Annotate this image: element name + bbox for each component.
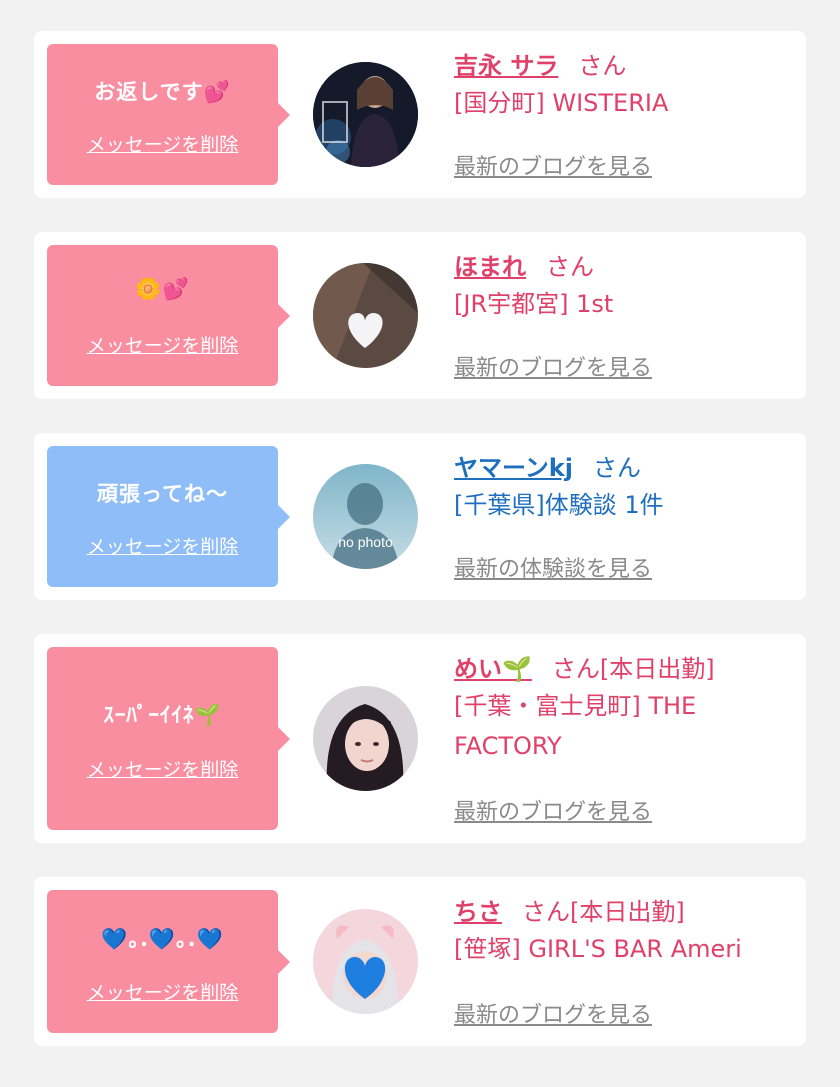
shop-info: [笹塚] GIRL'S BAR Ameri — [454, 935, 742, 963]
woman-photo-avatar[interactable] — [313, 62, 418, 167]
message-card: 🌼💕 メッセージを削除 ほまれ さん [JR宇都宮] 1st 最新のブログを見る — [34, 232, 806, 399]
honorific-suffix: さん[本日出勤] — [522, 898, 685, 926]
sender-name-line: ヤマーンkj さん — [454, 451, 796, 485]
message-bubble: 💙｡.💙｡.💙 メッセージを削除 — [47, 890, 290, 1033]
sender-name-link[interactable]: ちさ — [454, 898, 502, 926]
latest-blog-link[interactable]: 最新のブログを見る — [454, 350, 652, 382]
sender-info: ちさ さん[本日出勤] [笹塚] GIRL'S BAR Ameri 最新のブログを… — [454, 895, 796, 1028]
message-card: 頑張ってね〜 メッセージを削除 no photo ヤマーンkj さん [千葉県]… — [34, 433, 806, 600]
woman-photo-avatar[interactable] — [313, 686, 418, 791]
sender-name-line: ほまれ さん — [454, 250, 796, 284]
sender-name-link[interactable]: ほまれ — [454, 253, 526, 281]
delete-message-link[interactable]: メッセージを削除 — [47, 532, 278, 559]
heart-photo-avatar[interactable] — [313, 263, 418, 368]
message-bubble: お返しです💕 メッセージを削除 — [47, 44, 290, 185]
blue-heart-photo-avatar[interactable] — [313, 909, 418, 1014]
no-photo-label: no photo — [338, 534, 393, 550]
delete-message-link[interactable]: メッセージを削除 — [47, 978, 278, 1005]
message-card: ｽｰﾊﾟｰｲｲﾈ🌱 メッセージを削除 めい🌱 さん[本日出勤] [千葉・富士見町]… — [34, 634, 806, 843]
sender-info: めい🌱 さん[本日出勤] [千葉・富士見町] THE FACTORY 最新のブログ… — [454, 652, 796, 825]
sender-name-link[interactable]: ヤマーンkj — [454, 454, 573, 482]
message-text: 頑張ってね〜 — [97, 482, 228, 506]
delete-message-link[interactable]: メッセージを削除 — [47, 331, 278, 358]
sender-info: ヤマーンkj さん [千葉県]体験談 1件 最新の体験談を見る — [454, 451, 796, 582]
message-text: ｽｰﾊﾟｰｲｲﾈ🌱 — [103, 703, 222, 727]
latest-blog-link[interactable]: 最新のブログを見る — [454, 997, 652, 1029]
no-photo-avatar[interactable]: no photo — [313, 464, 418, 569]
sender-name-line: 吉永 サラ さん — [454, 49, 796, 83]
message-bubble: ｽｰﾊﾟｰｲｲﾈ🌱 メッセージを削除 — [47, 647, 290, 830]
shop-info-continued: FACTORY — [454, 732, 562, 760]
message-text: 💙｡.💙｡.💙 — [101, 927, 224, 951]
sender-name-line: めい🌱 さん[本日出勤] — [454, 652, 796, 686]
shop-info: [千葉・富士見町] THE — [454, 692, 697, 720]
message-text: 🌼💕 — [135, 277, 190, 301]
latest-review-link[interactable]: 最新の体験談を見る — [454, 551, 652, 583]
message-bubble: 頑張ってね〜 メッセージを削除 — [47, 446, 290, 587]
honorific-suffix: さん — [593, 454, 641, 482]
latest-blog-link[interactable]: 最新のブログを見る — [454, 794, 652, 826]
message-list: お返しです💕 メッセージを削除 吉永 サラ さん [国分町] WISTERIA 最… — [0, 0, 840, 1087]
sender-name-link[interactable]: 吉永 サラ — [454, 52, 558, 80]
message-text: お返しです💕 — [94, 80, 231, 104]
sender-name-line: ちさ さん[本日出勤] — [454, 895, 796, 929]
message-card: 💙｡.💙｡.💙 メッセージを削除 ちさ さん[本日出勤] [笹塚] GIRL'S … — [34, 877, 806, 1046]
shop-info: [JR宇都宮] 1st — [454, 290, 614, 318]
delete-message-link[interactable]: メッセージを削除 — [47, 130, 278, 157]
message-card: お返しです💕 メッセージを削除 吉永 サラ さん [国分町] WISTERIA 最… — [34, 31, 806, 198]
honorific-suffix: さん[本日出勤] — [551, 655, 715, 683]
shop-info: [国分町] WISTERIA — [454, 89, 669, 117]
honorific-suffix: さん — [546, 253, 594, 281]
sender-info: 吉永 サラ さん [国分町] WISTERIA 最新のブログを見る — [454, 49, 796, 180]
shop-info: [千葉県]体験談 1件 — [454, 491, 664, 519]
sender-name-link[interactable]: めい🌱 — [454, 655, 532, 683]
delete-message-link[interactable]: メッセージを削除 — [47, 755, 278, 782]
honorific-suffix: さん — [578, 52, 627, 80]
sender-info: ほまれ さん [JR宇都宮] 1st 最新のブログを見る — [454, 250, 796, 381]
latest-blog-link[interactable]: 最新のブログを見る — [454, 149, 652, 181]
message-bubble: 🌼💕 メッセージを削除 — [47, 245, 290, 386]
